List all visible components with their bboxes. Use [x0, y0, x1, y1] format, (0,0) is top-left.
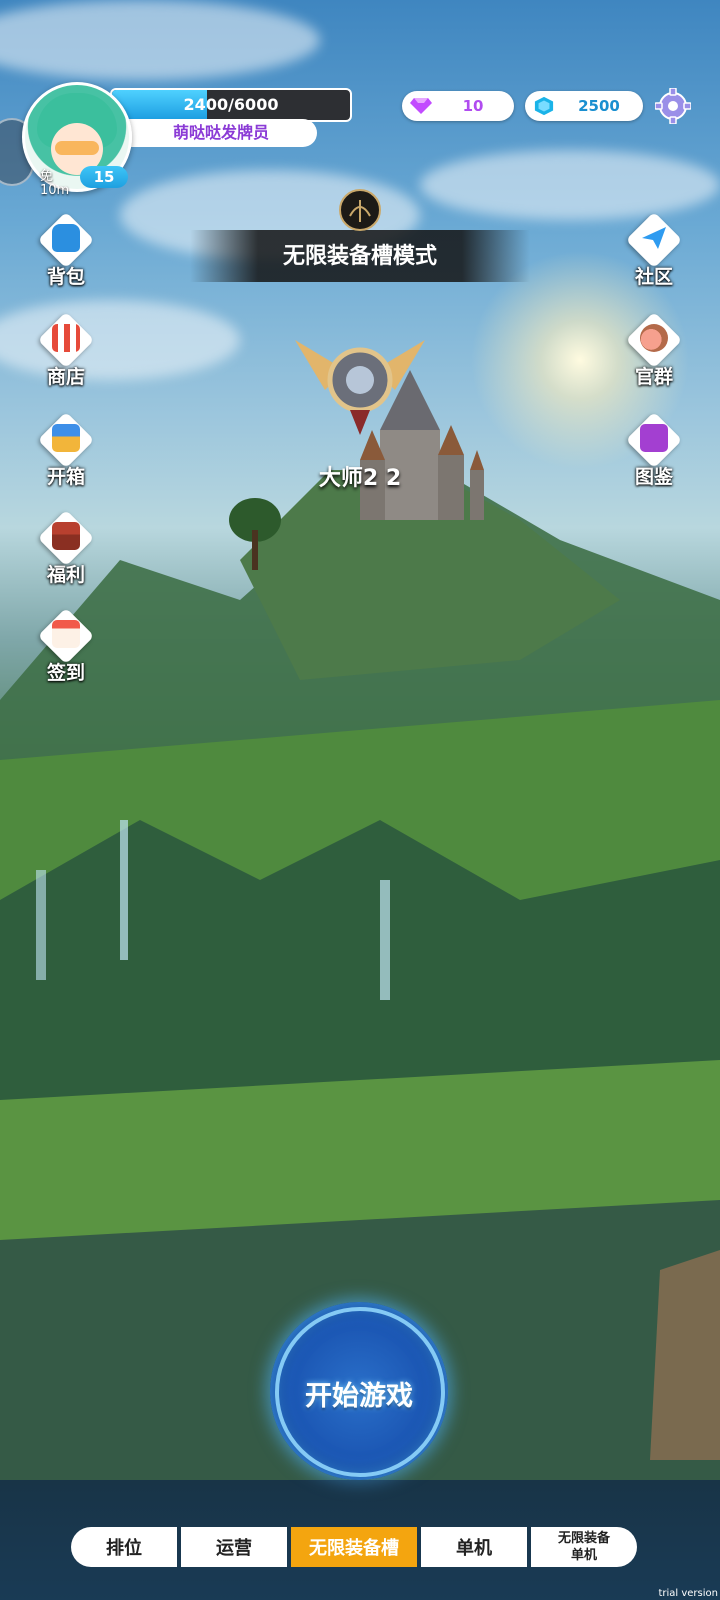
tab-unlimited-slots[interactable]: 无限装备槽 [291, 1527, 417, 1567]
tab-single-player[interactable]: 单机 [421, 1527, 527, 1567]
menu-shop[interactable]: 商店 [26, 311, 106, 389]
menu-icon-frame [625, 411, 683, 469]
paper-plane-icon [642, 227, 666, 249]
backpack-icon [52, 224, 80, 252]
tab-operations[interactable]: 运营 [181, 1527, 287, 1567]
mode-banner: 无限装备槽模式 [190, 189, 530, 282]
menu-icon-frame [37, 411, 95, 469]
menu-icon-frame [37, 509, 95, 567]
menu-community[interactable]: 社区 [614, 211, 694, 289]
free-timer: 免 10m [40, 170, 69, 198]
crystal-counter[interactable]: 2500 [525, 91, 643, 121]
menu-official-group[interactable]: 官群 [614, 311, 694, 389]
calendar-icon [52, 620, 80, 648]
avatar-glasses [55, 141, 99, 155]
trial-watermark: trial version [658, 1588, 718, 1599]
exp-text: 2400/6000 [183, 95, 279, 114]
menu-welfare[interactable]: 福利 [26, 509, 106, 587]
menu-icon-frame [37, 311, 95, 369]
treasure-chest-icon [52, 522, 80, 550]
tab-ranked[interactable]: 排位 [71, 1527, 177, 1567]
shop-icon [52, 324, 80, 352]
chest-open-icon [52, 424, 80, 452]
menu-icon-frame [625, 211, 683, 269]
menu-backpack[interactable]: 背包 [26, 211, 106, 289]
free-label: 免 [40, 169, 54, 184]
gem-counter[interactable]: 10 [402, 91, 514, 121]
menu-icon-frame [37, 211, 95, 269]
rank-label: 大师2 2 [318, 466, 402, 491]
rank-badge-icon[interactable] [285, 320, 435, 440]
free-time: 10m [40, 183, 70, 198]
crystal-count: 2500 [578, 97, 620, 115]
start-game-button[interactable]: 开始游戏 [270, 1302, 448, 1480]
crystal-icon [534, 96, 554, 116]
tab-unlimited-single[interactable]: 无限装备 单机 [531, 1527, 637, 1567]
group-icon [640, 324, 668, 352]
bow-emblem-icon [339, 189, 381, 231]
mode-tabs: 排位 运营 无限装备槽 单机 无限装备 单机 [71, 1527, 649, 1567]
mode-title: 无限装备槽模式 [282, 244, 437, 269]
menu-codex[interactable]: 图鉴 [614, 411, 694, 489]
gear-icon[interactable] [655, 88, 691, 124]
player-title[interactable]: 萌哒哒发牌员 [125, 119, 317, 147]
menu-open-box[interactable]: 开箱 [26, 411, 106, 489]
gem-count: 10 [462, 97, 484, 115]
book-icon [640, 424, 668, 452]
menu-icon-frame [37, 607, 95, 665]
menu-icon-frame [625, 311, 683, 369]
menu-checkin[interactable]: 签到 [26, 607, 106, 685]
level-badge: 15 [80, 166, 128, 188]
start-game-label: 开始游戏 [305, 1381, 413, 1412]
diamond-icon [410, 98, 432, 114]
exp-bar: 2400/6000 [110, 88, 352, 122]
